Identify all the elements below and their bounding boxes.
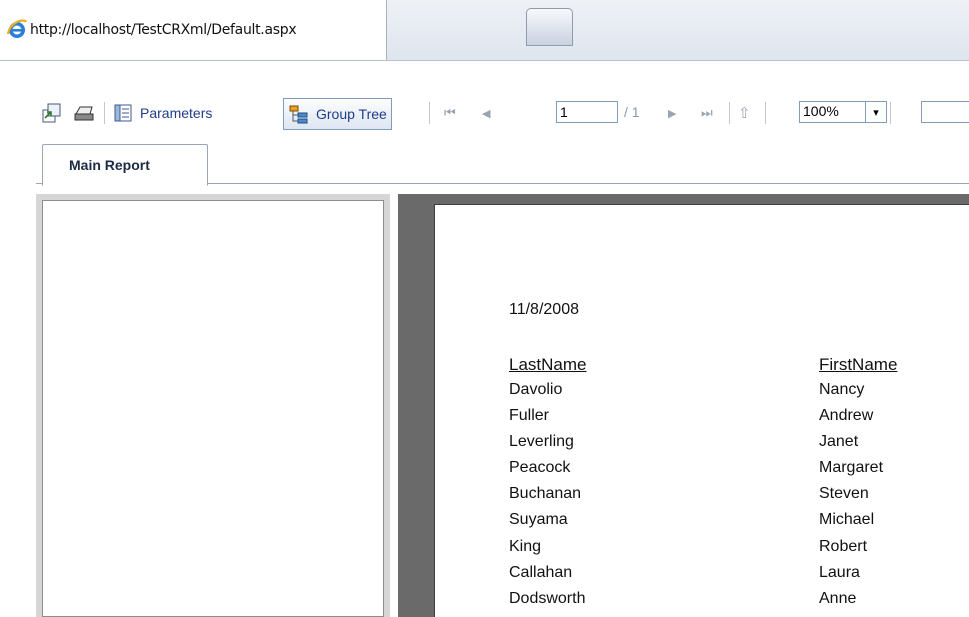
chevron-down-icon[interactable]: ▾ xyxy=(865,102,886,122)
internet-explorer-icon xyxy=(6,19,27,38)
toolbar-separator xyxy=(104,102,105,124)
last-page-button[interactable]: ⏭ xyxy=(701,98,713,128)
previous-page-icon: ◀ xyxy=(482,107,491,120)
browser-tab-strip: http://localhost/TestCRXml/Default.aspx xyxy=(0,0,969,61)
print-button[interactable] xyxy=(73,98,99,128)
parameters-button[interactable]: Parameters xyxy=(112,98,212,128)
lastname-cell: Peacock xyxy=(509,459,571,477)
lastname-cell: Callahan xyxy=(509,563,573,581)
group-tree-content[interactable] xyxy=(42,200,384,617)
firstname-cell: Anne xyxy=(819,589,857,607)
lastname-cell: Davolio xyxy=(509,381,563,398)
toolbar-separator xyxy=(729,102,730,124)
parameters-label: Parameters xyxy=(140,105,213,121)
export-icon xyxy=(42,103,61,123)
firstname-cell: Margaret xyxy=(819,459,884,477)
browser-tab-active[interactable]: http://localhost/TestCRXml/Default.aspx xyxy=(0,0,387,60)
lastname-cell: Buchanan xyxy=(509,485,582,503)
tab-main-report[interactable]: Main Report xyxy=(42,144,208,186)
tab-main-report-label: Main Report xyxy=(69,157,150,173)
column-header-firstname: FirstName xyxy=(819,355,898,374)
firstname-cell: Michael xyxy=(819,511,875,529)
group-tree-label: Group Tree xyxy=(316,106,387,122)
lastname-cell: Fuller xyxy=(509,407,550,425)
export-button[interactable] xyxy=(40,98,66,128)
toolbar-separator xyxy=(429,102,430,124)
parameters-panel-icon xyxy=(114,104,132,122)
next-page-icon: ▶ xyxy=(668,107,677,120)
report-date: 11/8/2008 xyxy=(509,301,579,318)
lastname-cell: King xyxy=(509,537,542,555)
next-page-button[interactable]: ▶ xyxy=(668,98,676,128)
drill-up-arrow-icon: ⇧ xyxy=(738,105,751,122)
lastname-cell: Leverling xyxy=(509,433,574,451)
lastname-column: Davolio Fuller Leverling Peacock Buchana… xyxy=(509,379,585,614)
firstname-column: Nancy Andrew Janet Margaret Steven Micha… xyxy=(819,379,883,614)
zoom-select[interactable]: 100% ▾ xyxy=(799,101,887,123)
report-viewer-toolbar: Parameters Group Tree ⏮ ◀ / 1 ▶ ⏭ ⇧ 100%… xyxy=(36,98,969,130)
group-tree-icon xyxy=(289,105,308,124)
drill-up-button[interactable]: ⇧ xyxy=(738,98,751,128)
firstname-cell: Andrew xyxy=(819,407,874,425)
report-page: 11/8/2008 LastName FirstName Davolio Ful… xyxy=(434,204,969,617)
previous-page-button[interactable]: ◀ xyxy=(482,98,490,128)
page-count-label: / 1 xyxy=(624,104,640,120)
column-header-lastname: LastName xyxy=(509,355,587,374)
group-tree-toggle-button[interactable]: Group Tree xyxy=(283,98,392,130)
firstname-cell: Laura xyxy=(819,563,860,581)
new-tab-button[interactable] xyxy=(526,8,573,46)
page-number-input[interactable] xyxy=(556,101,618,123)
search-input[interactable] xyxy=(921,101,969,123)
lastname-cell: Suyama xyxy=(509,511,568,529)
lastname-cell: Dodsworth xyxy=(509,589,586,607)
first-page-button[interactable]: ⏮ xyxy=(444,98,456,128)
firstname-cell: Nancy xyxy=(819,381,865,398)
last-page-icon: ⏭ xyxy=(701,105,713,120)
first-page-icon: ⏮ xyxy=(444,105,456,120)
firstname-cell: Robert xyxy=(819,537,868,555)
toolbar-separator xyxy=(765,102,766,124)
firstname-cell: Janet xyxy=(819,433,859,451)
printer-icon xyxy=(74,106,94,121)
group-tree-panel xyxy=(36,194,390,617)
browser-tab-title: http://localhost/TestCRXml/Default.aspx xyxy=(30,22,297,38)
toolbar-separator xyxy=(890,102,891,124)
firstname-cell: Steven xyxy=(819,485,869,503)
report-view-area[interactable]: 11/8/2008 LastName FirstName Davolio Ful… xyxy=(398,194,969,617)
zoom-value: 100% xyxy=(803,103,839,119)
